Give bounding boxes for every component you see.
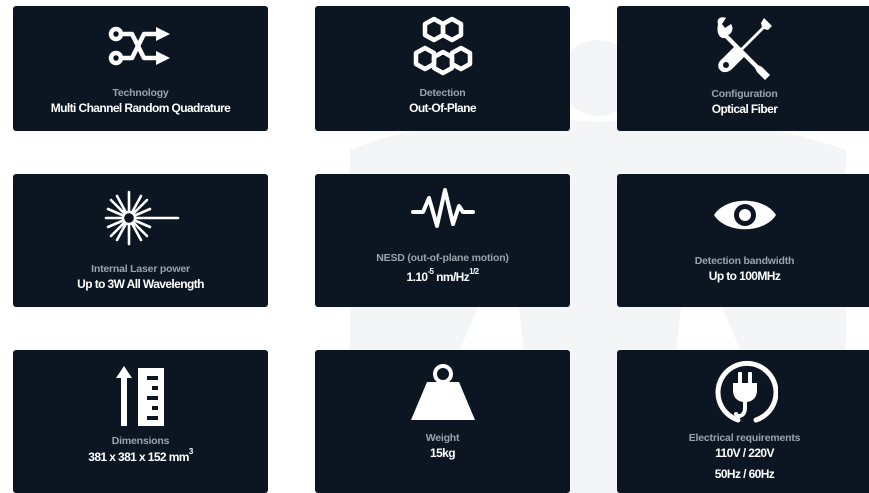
spec-card-dimensions: Dimensions 381 x 381 x 152 mm3	[13, 350, 268, 493]
nesd-unit-exponent: 1/2	[469, 267, 479, 276]
spec-card-nesd: NESD (out-of-plane motion) 1.10-5 nm/Hz1…	[315, 174, 570, 307]
spec-value: 15kg	[430, 446, 456, 460]
spec-value-nesd: 1.10-5 nm/Hz1/2	[315, 267, 570, 284]
tools-icon	[617, 14, 869, 80]
eye-icon	[617, 194, 869, 236]
ruler-arrow-icon	[13, 364, 268, 430]
dimensions-text: 381 x 381 x 152 mm	[88, 450, 189, 464]
spec-label: Weight	[425, 432, 460, 444]
nesd-exponent: -5	[427, 267, 434, 276]
spec-value: Up to 3W All Wavelength	[77, 277, 204, 291]
spec-label: Internal Laser power	[91, 263, 190, 275]
spec-card-laser-power: Internal Laser power Up to 3W All Wavele…	[13, 174, 268, 307]
spec-label: Electrical requirements	[688, 432, 801, 444]
spec-value: Out-Of-Plane	[409, 101, 476, 115]
weight-icon	[315, 364, 570, 422]
spec-card-weight: Weight 15kg	[315, 350, 570, 493]
laser-burst-icon	[13, 188, 268, 248]
spec-value: Multi Channel Random Quadrature	[50, 101, 231, 115]
spec-label: Technology	[112, 87, 169, 99]
spec-label: Configuration	[711, 88, 778, 100]
power-plug-icon	[617, 358, 869, 424]
spec-value-dimensions: 381 x 381 x 152 mm3	[13, 447, 268, 464]
spec-value-secondary: 50Hz / 60Hz	[714, 467, 775, 481]
spec-card-detection: Detection Out-Of-Plane	[315, 6, 570, 131]
hexagon-cluster-icon	[315, 16, 570, 80]
waveform-icon	[315, 186, 570, 232]
spec-label: Detection	[419, 87, 466, 99]
spec-card-electrical: Electrical requirements 110V / 220V 50Hz…	[617, 350, 869, 493]
spec-value: Optical Fiber	[711, 102, 778, 116]
spec-label: Detection bandwidth	[694, 255, 795, 267]
spec-label: Dimensions	[111, 435, 170, 447]
nesd-unit: nm/Hz	[436, 270, 470, 284]
dimensions-exponent: 3	[188, 447, 193, 456]
spec-card-technology: Technology Multi Channel Random Quadratu…	[13, 6, 268, 131]
spec-label: NESD (out-of-plane motion)	[376, 252, 509, 264]
spec-card-detection-bandwidth: Detection bandwidth Up to 100MHz	[617, 174, 869, 307]
spec-value: Up to 100MHz	[708, 269, 781, 283]
spec-card-configuration: Configuration Optical Fiber	[617, 6, 869, 131]
branch-icon	[13, 26, 268, 68]
nesd-base: 1.10	[406, 270, 429, 284]
spec-value: 110V / 220V	[715, 446, 774, 460]
